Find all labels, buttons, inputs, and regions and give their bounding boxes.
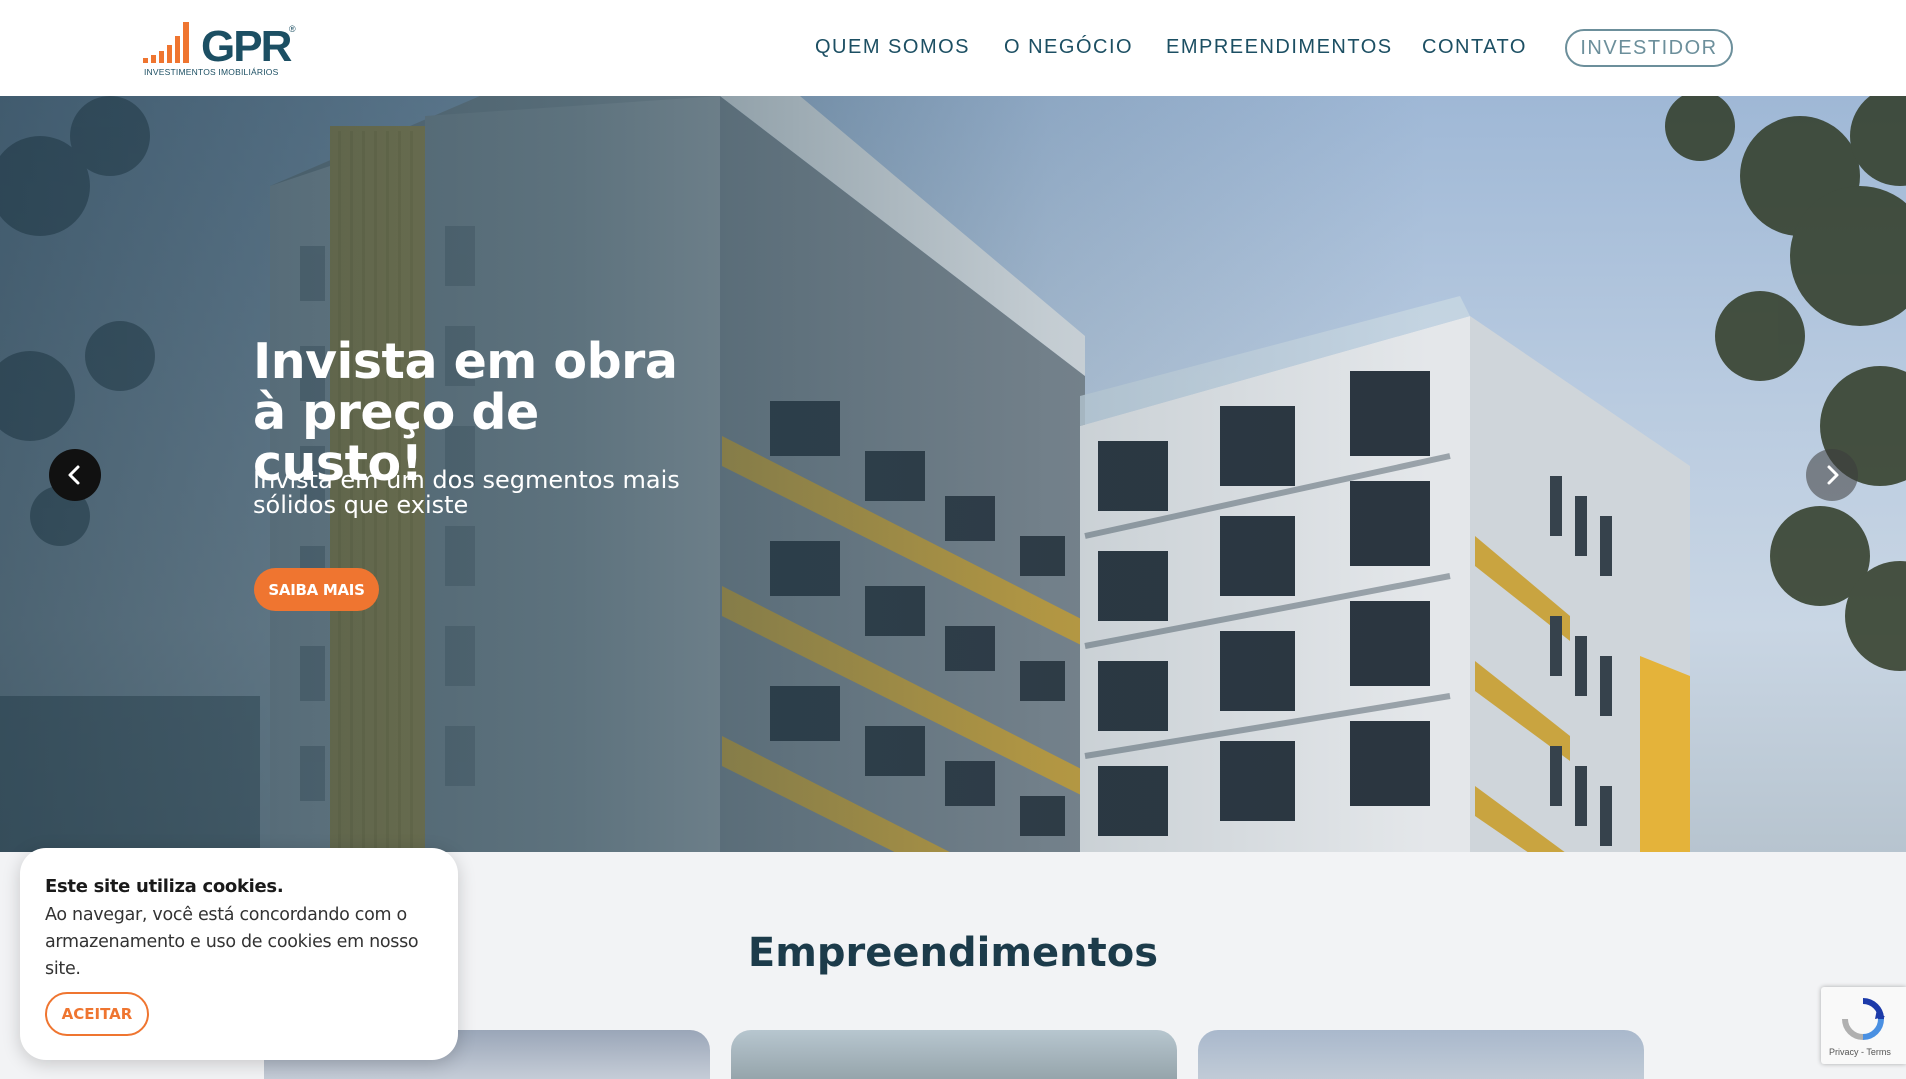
site-header: GPR ® INVESTIMENTOS IMOBILIÁRIOS QUEM SO… xyxy=(0,0,1906,96)
registered-mark: ® xyxy=(289,24,296,34)
slider-prev-button[interactable] xyxy=(49,449,101,501)
bar-chart-logo-icon xyxy=(143,22,189,63)
accept-cookies-button[interactable]: ACEITAR xyxy=(45,992,149,1036)
saiba-mais-button[interactable]: SAIBA MAIS xyxy=(254,568,379,611)
recaptcha-badge[interactable]: Privacy - Terms xyxy=(1821,987,1906,1064)
cookie-banner: Este site utiliza cookies. Ao navegar, v… xyxy=(20,848,458,1060)
nav-contato[interactable]: CONTATO xyxy=(1422,36,1527,59)
hero-subtitle: Invista em um dos segmentos mais sólidos… xyxy=(253,466,680,519)
cookie-text: Ao navegar, você está concordando com o … xyxy=(45,905,419,979)
investor-button[interactable]: INVESTIDOR xyxy=(1565,29,1733,67)
nav-o-negocio[interactable]: O NEGÓCIO xyxy=(1004,36,1133,59)
recaptcha-links[interactable]: Privacy - Terms xyxy=(1829,1047,1891,1057)
slider-next-button[interactable] xyxy=(1806,449,1858,501)
project-card[interactable] xyxy=(1198,1030,1644,1079)
nav-empreendimentos[interactable]: EMPREENDIMENTOS xyxy=(1166,36,1393,59)
logo-tagline: INVESTIMENTOS IMOBILIÁRIOS xyxy=(144,67,279,77)
logo-wordmark: GPR xyxy=(201,22,292,71)
recaptcha-icon xyxy=(1842,998,1885,1040)
gpr-logo[interactable]: GPR ® INVESTIMENTOS IMOBILIÁRIOS xyxy=(143,18,303,78)
project-card[interactable] xyxy=(731,1030,1177,1079)
cookie-title: Este site utiliza cookies. xyxy=(45,876,284,897)
hero-slider: Invista em obra à preço de custo! Invist… xyxy=(0,96,1906,852)
nav-quem-somos[interactable]: QUEM SOMOS xyxy=(815,36,970,59)
chevron-right-icon xyxy=(1827,465,1839,485)
chevron-left-icon xyxy=(68,465,80,485)
